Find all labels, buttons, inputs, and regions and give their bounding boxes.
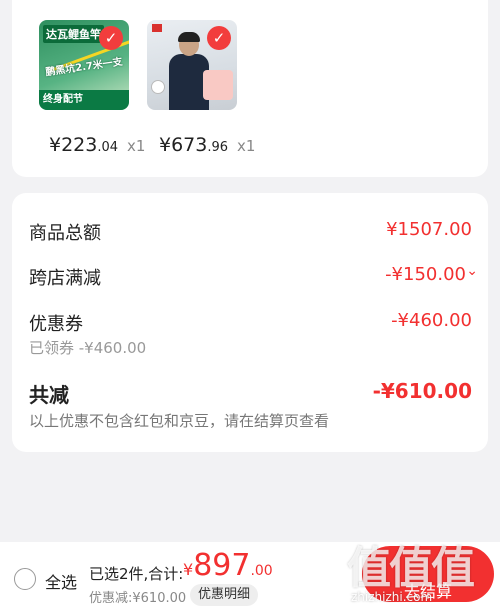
product-item[interactable]: 达瓦鲤鱼竿 鹏黑坑2.7米一支 终身配节 ✓ bbox=[39, 20, 131, 110]
select-all-label[interactable]: 全选 bbox=[45, 569, 77, 593]
thumbnail-footer: 终身配节 bbox=[39, 90, 129, 110]
coupon-value: -¥460.00 bbox=[391, 310, 472, 331]
discount-detail-button[interactable]: 优惠明细 bbox=[190, 584, 259, 606]
product-thumbnail[interactable]: ✓ bbox=[147, 20, 237, 110]
cross-store-label: 跨店满减 bbox=[29, 268, 101, 289]
brand-logo bbox=[152, 24, 162, 32]
tag-icon bbox=[151, 80, 165, 94]
total-reduction-row: 共减 -¥610.00 bbox=[29, 379, 472, 408]
price-summary-card: 商品总额 ¥1507.00 跨店满减 -¥150.00 ⌄ 优惠券 -¥460.… bbox=[12, 193, 488, 452]
coupon-subtext: 已领券 -¥460.00 bbox=[29, 339, 147, 357]
chevron-down-icon[interactable]: ⌄ bbox=[466, 263, 478, 279]
goods-total-row: 商品总额 ¥1507.00 bbox=[29, 219, 472, 245]
discount-amount-label: 优惠减:¥610.00 bbox=[89, 591, 187, 606]
price-decimal: .96 bbox=[207, 140, 229, 155]
quantity-label: x1 bbox=[237, 137, 256, 155]
goods-total-value: ¥1507.00 bbox=[386, 219, 472, 240]
total-reduction-value: -¥610.00 bbox=[372, 379, 472, 403]
quantity-label: x1 bbox=[127, 137, 146, 155]
product-price-row: ¥223.04 x1 bbox=[49, 134, 145, 156]
price-integer: ¥673 bbox=[159, 134, 208, 156]
checkmark-icon[interactable]: ✓ bbox=[207, 26, 231, 50]
checkout-bar: 全选 已选2件,合计: ¥897.00 优惠减:¥610.00 优惠明细 去结算 bbox=[0, 542, 500, 612]
checkout-button[interactable]: 去结算 bbox=[362, 546, 494, 602]
promo-badge bbox=[203, 70, 233, 100]
cross-store-value: -¥150.00 bbox=[385, 264, 466, 285]
discount-note: 以上优惠不包含红包和京豆，请在结算页查看 bbox=[29, 412, 330, 430]
hair-graphic bbox=[178, 32, 200, 42]
product-item[interactable]: ✓ bbox=[147, 20, 239, 110]
selected-count-label: 已选2件,合计: bbox=[89, 565, 184, 583]
checkmark-icon[interactable]: ✓ bbox=[99, 26, 123, 50]
total-currency: ¥ bbox=[183, 560, 194, 579]
total-integer: 897 bbox=[193, 548, 251, 583]
total-reduction-label: 共减 bbox=[29, 383, 69, 407]
price-integer: ¥223 bbox=[49, 134, 98, 156]
cross-store-discount-row[interactable]: 跨店满减 -¥150.00 ⌄ bbox=[29, 263, 478, 290]
radio-unchecked-icon[interactable] bbox=[14, 568, 36, 590]
product-price-row: ¥673.96 x1 bbox=[159, 134, 255, 156]
total-amount: ¥897.00 bbox=[183, 548, 273, 583]
coupon-label: 优惠券 bbox=[29, 314, 83, 335]
total-decimal: .00 bbox=[250, 563, 273, 579]
goods-total-label: 商品总额 bbox=[29, 223, 101, 244]
products-card: 达瓦鲤鱼竿 鹏黑坑2.7米一支 终身配节 ✓ ✓ ¥223.04 x1 ¥673.… bbox=[12, 0, 488, 177]
price-decimal: .04 bbox=[97, 140, 119, 155]
product-thumbnail[interactable]: 达瓦鲤鱼竿 鹏黑坑2.7米一支 终身配节 ✓ bbox=[39, 20, 129, 110]
coupon-row: 优惠券 -¥460.00 bbox=[29, 310, 472, 336]
thumbnail-title: 达瓦鲤鱼竿 bbox=[43, 25, 104, 43]
